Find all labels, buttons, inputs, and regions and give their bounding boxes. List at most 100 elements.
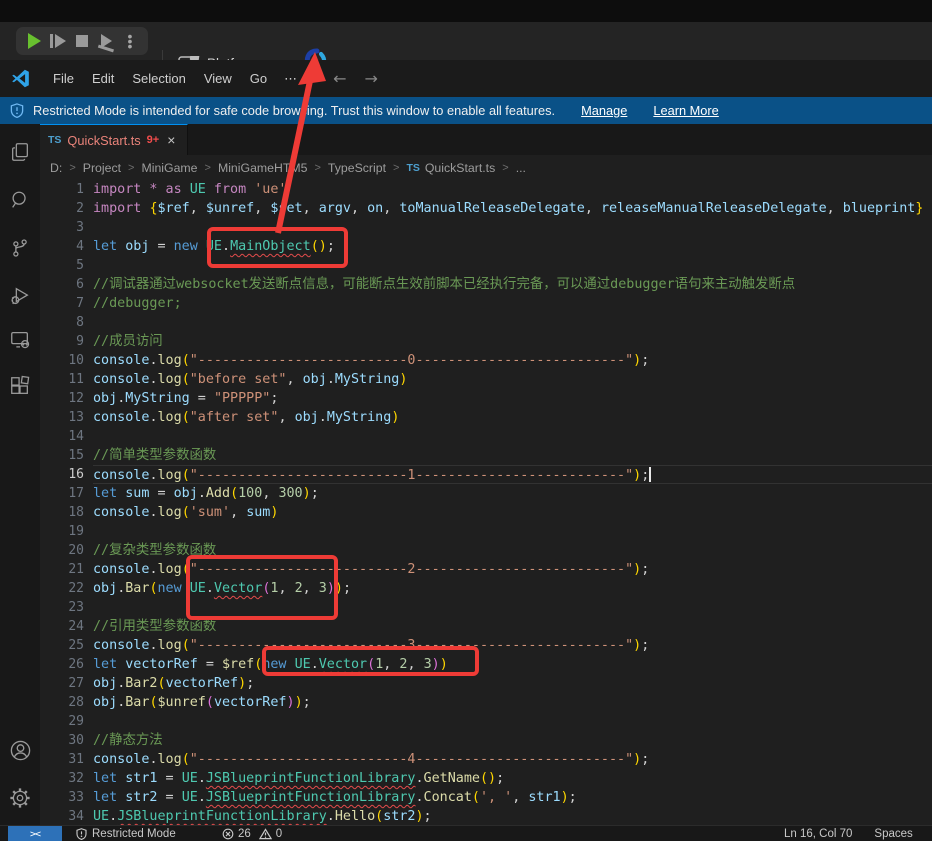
code-line-28[interactable]: obj.Bar($unref(vectorRef)); [93, 693, 932, 712]
line-number: 15 [40, 446, 84, 465]
code-line-16[interactable]: console.log("--------------------------1… [93, 465, 932, 484]
line-number: 8 [40, 313, 84, 332]
tab-title: QuickStart.ts [67, 133, 140, 148]
restricted-mode-status[interactable]: Restricted Mode [76, 828, 176, 840]
code-line-32[interactable]: let str1 = UE.JSBlueprintFunctionLibrary… [93, 769, 932, 788]
run-debug-icon[interactable] [8, 284, 32, 308]
menu-view[interactable]: View [195, 67, 241, 90]
activity-bar [0, 124, 40, 825]
menu-more[interactable]: ⋯ [276, 67, 306, 91]
line-number: 16 [40, 465, 84, 484]
breadcrumb-item[interactable]: ... [516, 161, 526, 175]
line-number: 12 [40, 389, 84, 408]
manage-link[interactable]: Manage [581, 103, 627, 118]
remote-indicator[interactable]: >< [8, 826, 62, 841]
stop-button[interactable] [71, 30, 93, 52]
cursor-position-status[interactable]: Ln 16, Col 70 [784, 828, 852, 840]
code-line-25[interactable]: console.log("--------------------------3… [93, 636, 932, 655]
banner-text: Restricted Mode is intended for safe cod… [33, 103, 555, 118]
code-line-13[interactable]: console.log("after set", obj.MyString) [93, 408, 932, 427]
shield-icon [10, 103, 24, 118]
line-number: 23 [40, 598, 84, 617]
search-icon[interactable] [8, 188, 32, 212]
line-number: 5 [40, 256, 84, 275]
step-icon [50, 34, 53, 48]
play-button[interactable] [23, 30, 45, 52]
annotation-rect-vectorref [262, 646, 479, 676]
menu-edit[interactable]: Edit [83, 67, 123, 90]
gutter: 1234567891011121314151617181920212223242… [40, 180, 84, 825]
code-line-9[interactable]: //成员访问 [93, 332, 932, 351]
code-line-15[interactable]: //简单类型参数函数 [93, 446, 932, 465]
source-control-icon[interactable] [8, 236, 32, 260]
code-line-30[interactable]: //静态方法 [93, 731, 932, 750]
settings-gear-icon[interactable] [8, 786, 32, 810]
step-button[interactable] [47, 30, 69, 52]
menu-selection[interactable]: Selection [123, 67, 194, 90]
menu-file[interactable]: File [44, 67, 83, 90]
remote-explorer-icon[interactable] [8, 328, 32, 352]
code-line-7[interactable]: //debugger; [93, 294, 932, 313]
code-line-29[interactable] [93, 712, 932, 731]
error-count: 26 [238, 828, 251, 840]
code-line-31[interactable]: console.log("--------------------------4… [93, 750, 932, 769]
code-line-8[interactable] [93, 313, 932, 332]
problems-status[interactable]: 26 0 [222, 828, 282, 840]
skip-button[interactable] [95, 30, 117, 52]
code-line-19[interactable] [93, 522, 932, 541]
annotation-rect-mainobject [207, 227, 348, 268]
line-number: 25 [40, 636, 84, 655]
breadcrumb-item[interactable]: QuickStart.ts [425, 161, 495, 175]
code-line-18[interactable]: console.log('sum', sum) [93, 503, 932, 522]
breadcrumb-item[interactable]: TypeScript [328, 161, 386, 175]
extensions-icon[interactable] [8, 374, 32, 398]
code-line-12[interactable]: obj.MyString = "PPPPP"; [93, 389, 932, 408]
nav-back-icon[interactable]: ← [324, 69, 355, 88]
error-icon [222, 828, 234, 840]
code-line-27[interactable]: obj.Bar2(vectorRef); [93, 674, 932, 693]
code-line-2[interactable]: import {$ref, $unref, $set, argv, on, to… [93, 199, 932, 218]
line-number: 7 [40, 294, 84, 313]
toolbar-kebab-menu[interactable]: ••• [119, 30, 141, 52]
line-number: 14 [40, 427, 84, 446]
stop-icon [76, 35, 88, 47]
breadcrumb-item[interactable]: Project [83, 161, 121, 175]
line-number: 26 [40, 655, 84, 674]
code-line-26[interactable]: let vectorRef = $ref(new UE.Vector(1, 2,… [93, 655, 932, 674]
code-editor[interactable]: 1234567891011121314151617181920212223242… [40, 180, 932, 825]
line-number: 18 [40, 503, 84, 522]
line-number: 29 [40, 712, 84, 731]
close-icon[interactable]: × [167, 132, 175, 148]
tab-quickstart[interactable]: TS QuickStart.ts 9+ × [40, 124, 188, 155]
line-number: 34 [40, 807, 84, 825]
code-line-17[interactable]: let sum = obj.Add(100, 300); [93, 484, 932, 503]
menu-go[interactable]: Go [241, 67, 276, 90]
breadcrumb-separator: > [69, 162, 75, 174]
code-line-11[interactable]: console.log("before set", obj.MyString) [93, 370, 932, 389]
play-button-group: ••• [16, 27, 148, 55]
line-number: 4 [40, 237, 84, 256]
breadcrumb-item[interactable]: D: [50, 161, 62, 175]
line-number: 31 [40, 750, 84, 769]
breadcrumb-item[interactable]: MiniGameHTM5 [218, 161, 308, 175]
line-number: 10 [40, 351, 84, 370]
code-line-6[interactable]: //调试器通过websocket发送断点信息，可能断点生效前脚本已经执行完备，可… [93, 275, 932, 294]
learn-more-link[interactable]: Learn More [653, 103, 718, 118]
breadcrumb-separator: > [205, 162, 211, 174]
code-line-33[interactable]: let str2 = UE.JSBlueprintFunctionLibrary… [93, 788, 932, 807]
code-line-34[interactable]: UE.JSBlueprintFunctionLibrary.Hello(str2… [93, 807, 932, 825]
vscode-window: ••• Platforms File Edit Selection View [0, 0, 932, 841]
code-line-1[interactable]: import * as UE from 'ue' [93, 180, 932, 199]
play-icon [28, 33, 41, 49]
warning-count: 0 [276, 828, 282, 840]
explorer-icon[interactable] [8, 140, 32, 164]
code-line-10[interactable]: console.log("--------------------------0… [93, 351, 932, 370]
breadcrumb-item[interactable]: MiniGame [141, 161, 197, 175]
line-number: 9 [40, 332, 84, 351]
nav-forward-icon[interactable]: → [356, 69, 387, 88]
code-line-14[interactable] [93, 427, 932, 446]
account-icon[interactable] [8, 738, 32, 762]
warning-icon [259, 828, 272, 840]
indentation-status[interactable]: Spaces [874, 828, 912, 840]
breadcrumb[interactable]: D:>Project>MiniGame>MiniGameHTM5>TypeScr… [40, 155, 932, 180]
